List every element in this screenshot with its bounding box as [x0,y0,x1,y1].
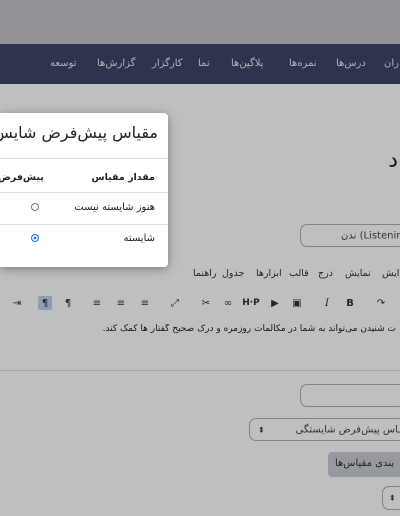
modal-header-divider [0,158,168,159]
row-label-not-competent: هنوز شایسته نیست [74,202,155,213]
col-default: پیش‌فرض [0,172,44,183]
modal-title: مقیاس پیش‌فرض شایس [0,123,158,142]
radio-default-not-competent[interactable] [31,203,39,211]
table-row-divider [0,224,168,225]
row-label-competent: شایسته [123,233,155,244]
table-header-divider [0,192,168,193]
radio-default-competent[interactable] [31,234,39,242]
col-scale-value: مقدار مقیاس [91,172,155,183]
